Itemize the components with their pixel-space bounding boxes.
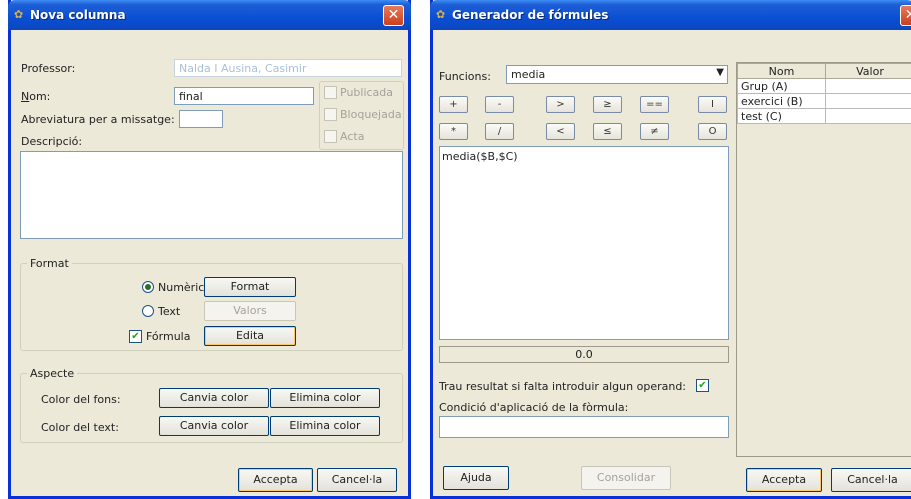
formula-checkbox[interactable]: ✔: [129, 330, 142, 343]
elimina-color-fons-button[interactable]: Elimina color: [270, 388, 380, 408]
result-value: 0.0: [575, 348, 593, 361]
table-cell-nom[interactable]: test (C): [737, 108, 826, 124]
op-equal-button[interactable]: ==: [640, 96, 669, 113]
op-less-equal-button[interactable]: ≤: [593, 123, 622, 140]
variables-table-panel: Nom Valor Grup (A) exercici (B) test (C): [736, 62, 911, 457]
op-greater-equal-button[interactable]: ≥: [593, 96, 622, 113]
consolidar-button[interactable]: Consolidar: [581, 466, 671, 490]
nom-field[interactable]: final: [174, 87, 314, 105]
nom-label: Nom:: [21, 90, 51, 103]
format-button[interactable]: Format: [204, 277, 296, 297]
generador-formules-window: ✿ Generador de fórmules ✕ Funcions: medi…: [430, 0, 911, 499]
table-cell-valor[interactable]: [825, 78, 911, 94]
nova-columna-window: ✿ Nova columna ✕ Professor: Nalda I Ausi…: [8, 0, 411, 499]
text-label: Text: [158, 305, 181, 318]
table-cell-valor[interactable]: [825, 93, 911, 109]
funcions-value: media: [511, 68, 546, 81]
chevron-down-icon: ▼: [716, 67, 724, 78]
table-row[interactable]: exercici (B): [737, 93, 911, 109]
op-plus-button[interactable]: +: [439, 96, 468, 113]
op-multiply-button[interactable]: *: [439, 123, 468, 140]
funcions-label: Funcions:: [439, 70, 491, 83]
op-or-button[interactable]: O: [698, 123, 727, 140]
professor-field: Nalda I Ausina, Casimir: [174, 59, 402, 77]
abreviatura-label: Abreviatura per a missatge:: [21, 113, 175, 126]
accepta-button[interactable]: Accepta: [238, 468, 313, 492]
canvia-color-fons-button[interactable]: Canvia color: [159, 388, 269, 408]
formula-label: Fórmula: [146, 330, 191, 343]
text-radio[interactable]: [142, 305, 154, 317]
op-and-button[interactable]: I: [698, 96, 727, 113]
descripcio-textarea[interactable]: [20, 151, 403, 239]
trau-resultat-label: Trau resultat si falta introduir algun o…: [439, 380, 687, 393]
table-row[interactable]: test (C): [737, 108, 911, 124]
abreviatura-field[interactable]: [179, 110, 223, 128]
window-title: Generador de fórmules: [452, 8, 609, 22]
close-button[interactable]: ✕: [900, 5, 911, 26]
publicada-label: Publicada: [340, 86, 394, 99]
publicada-checkbox[interactable]: [324, 86, 337, 99]
numeric-label: Numèric: [158, 281, 205, 294]
color-fons-label: Color del fons:: [41, 393, 121, 406]
bloquejada-checkbox[interactable]: [324, 108, 337, 121]
color-text-label: Color del text:: [41, 421, 119, 434]
cancella-button[interactable]: Cancel·la: [831, 468, 911, 492]
nova-columna-titlebar[interactable]: ✿ Nova columna ✕: [8, 0, 411, 30]
generador-titlebar[interactable]: ✿ Generador de fórmules ✕: [430, 0, 911, 30]
window-title: Nova columna: [30, 8, 126, 22]
professor-label: Professor:: [21, 62, 76, 75]
result-display: 0.0: [439, 346, 729, 363]
acta-checkbox[interactable]: [324, 130, 337, 143]
aspecte-group-title: Aspecte: [27, 367, 78, 380]
descripcio-label: Descripció:: [21, 135, 83, 148]
format-group-title: Format: [27, 257, 72, 270]
close-button[interactable]: ✕: [383, 5, 404, 26]
condicio-label: Condició d'aplicació de la fòrmula:: [439, 401, 629, 414]
trau-resultat-checkbox[interactable]: ✔: [696, 379, 709, 392]
cancella-button[interactable]: Cancel·la: [317, 468, 397, 492]
op-minus-button[interactable]: -: [485, 96, 514, 113]
accepta-button[interactable]: Accepta: [746, 468, 822, 492]
table-cell-nom[interactable]: Grup (A): [737, 78, 826, 94]
elimina-color-text-button[interactable]: Elimina color: [270, 416, 380, 436]
op-less-button[interactable]: <: [546, 123, 575, 140]
op-not-equal-button[interactable]: ≠: [640, 123, 669, 140]
table-header-nom[interactable]: Nom: [737, 63, 826, 79]
app-icon: ✿: [436, 8, 446, 21]
table-header-row: Nom Valor: [737, 63, 911, 79]
variables-table: Nom Valor Grup (A) exercici (B) test (C): [737, 63, 911, 124]
canvia-color-text-button[interactable]: Canvia color: [159, 416, 269, 436]
bloquejada-label: Bloquejada: [340, 108, 402, 121]
app-icon: ✿: [14, 8, 24, 21]
ajuda-button[interactable]: Ajuda: [443, 466, 509, 490]
op-greater-button[interactable]: >: [546, 96, 575, 113]
table-header-valor[interactable]: Valor: [825, 63, 911, 79]
acta-label: Acta: [340, 130, 365, 143]
op-divide-button[interactable]: /: [485, 123, 514, 140]
formula-editor[interactable]: media($B,$C): [439, 146, 729, 340]
funcions-select[interactable]: media ▼: [506, 65, 728, 84]
edita-button[interactable]: Edita: [204, 326, 296, 346]
table-row[interactable]: Grup (A): [737, 78, 911, 94]
condicio-field[interactable]: [439, 416, 729, 438]
formula-text: media($B,$C): [442, 150, 518, 163]
table-cell-valor[interactable]: [825, 108, 911, 124]
numeric-radio[interactable]: [142, 281, 154, 293]
valors-button[interactable]: Valors: [204, 301, 296, 321]
table-cell-nom[interactable]: exercici (B): [737, 93, 826, 109]
